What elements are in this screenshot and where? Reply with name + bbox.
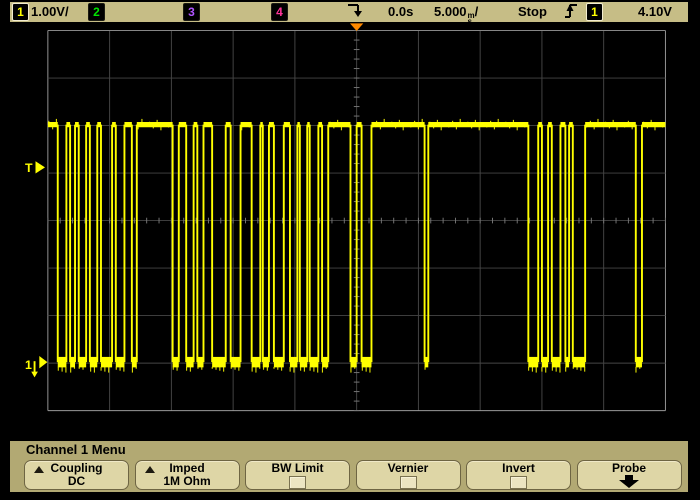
delay-readout: 0.0s xyxy=(388,2,413,22)
oscilloscope-screen: 1 1.00V/ 2 3 4 0.0s 5.000ms/ Stop 1 4.10… xyxy=(0,0,700,500)
softkey-vernier[interactable]: Vernier xyxy=(356,460,461,490)
trigger-position-marker xyxy=(350,23,363,31)
channel-2-indicator: 2 xyxy=(88,3,105,21)
time-reference-falling-edge-icon xyxy=(346,2,366,22)
select-up-icon xyxy=(34,466,44,473)
trigger-source-indicator: 1 xyxy=(586,3,603,21)
acquisition-status: Stop xyxy=(518,2,547,22)
trigger-slope-edge-icon xyxy=(564,2,580,22)
status-bar: 1 1.00V/ 2 3 4 0.0s 5.000ms/ Stop 1 4.10… xyxy=(10,2,688,22)
trigger-level-readout: 4.10V xyxy=(638,2,672,22)
channel-1-indicator: 1 xyxy=(12,3,29,21)
softkey-invert[interactable]: Invert xyxy=(466,460,571,490)
softkey-label: BW Limit xyxy=(246,462,349,475)
softkey-coupling[interactable]: CouplingDC xyxy=(24,460,129,490)
channel-3-indicator: 3 xyxy=(183,3,200,21)
bw-limit-checkbox[interactable] xyxy=(289,476,306,489)
invert-checkbox[interactable] xyxy=(510,476,527,489)
ground-marker-arrow-head xyxy=(31,372,38,378)
waveform-trace xyxy=(48,119,666,373)
softkey-value: 1M Ohm xyxy=(136,475,239,487)
trigger-level-marker xyxy=(36,161,46,173)
probe-down-arrow-icon xyxy=(578,475,681,493)
timebase-suffix: / xyxy=(475,4,479,19)
trigger-level-marker-label: T xyxy=(25,161,33,175)
waveform-display: T1 xyxy=(0,22,700,441)
vernier-checkbox[interactable] xyxy=(400,476,417,489)
channel-4-indicator: 4 xyxy=(271,3,288,21)
timebase-readout: 5.000ms/ xyxy=(434,2,478,22)
softkey-label: Vernier xyxy=(357,462,460,475)
select-up-icon xyxy=(145,466,155,473)
softkey-menu: Channel 1 Menu CouplingDCImped1M Ohm BW L… xyxy=(10,441,688,492)
softkey-value: DC xyxy=(25,475,128,487)
softkey-bw-limit[interactable]: BW Limit xyxy=(245,460,350,490)
softkey-imped[interactable]: Imped1M Ohm xyxy=(135,460,240,490)
softkey-label: Invert xyxy=(467,462,570,475)
timebase-value: 5.000 xyxy=(434,4,467,19)
menu-title: Channel 1 Menu xyxy=(26,442,126,457)
ground-marker-label: 1 xyxy=(25,358,32,372)
softkey-label: Probe xyxy=(578,462,681,475)
ground-marker xyxy=(39,356,47,368)
channel-1-scale: 1.00V/ xyxy=(31,2,69,22)
softkey-probe[interactable]: Probe xyxy=(577,460,682,490)
